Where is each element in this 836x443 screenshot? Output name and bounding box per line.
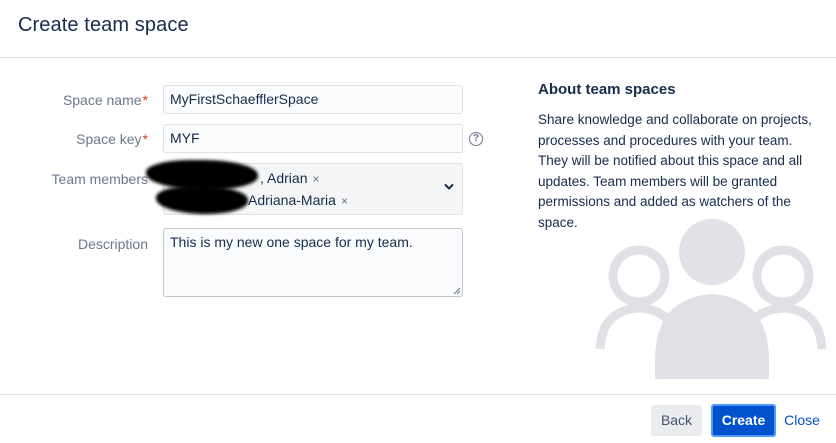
member-tag-label: , Adrian [260, 170, 308, 186]
member-tag-label: Adriana-Maria [248, 192, 336, 208]
member-tag[interactable]: Adriana-Maria × [248, 192, 348, 208]
required-marker: * [142, 131, 148, 147]
space-key-input[interactable]: MYF [163, 124, 463, 153]
team-members-illustration [595, 219, 827, 379]
back-button[interactable]: Back [651, 405, 702, 436]
help-icon[interactable]: ? [469, 132, 483, 146]
dialog-title: Create team space [18, 14, 189, 36]
space-key-label: Space key* [76, 131, 148, 147]
space-name-input[interactable]: MyFirstSchaefflerSpace [163, 85, 463, 114]
close-button[interactable]: Close [781, 405, 823, 436]
space-key-label-text: Space key [76, 131, 142, 147]
member-tag[interactable]: , Adrian × [260, 170, 320, 186]
create-button[interactable]: Create [711, 404, 776, 437]
remove-member-icon[interactable]: × [341, 194, 348, 208]
description-text: This is my new one space for my team. [170, 234, 413, 250]
team-members-label: Team members [51, 171, 148, 187]
description-label: Description [77, 236, 148, 252]
space-name-label-text: Space name [62, 92, 142, 108]
resize-grip-icon[interactable] [453, 287, 461, 295]
remove-member-icon[interactable]: × [312, 172, 319, 186]
about-title: About team spaces [538, 81, 676, 98]
description-textarea[interactable]: This is my new one space for my team. [163, 228, 463, 297]
chevron-down-icon[interactable] [444, 182, 454, 192]
required-marker: * [142, 92, 148, 108]
space-name-label: Space name* [63, 92, 148, 108]
dialog-header: Create team space [0, 0, 836, 58]
